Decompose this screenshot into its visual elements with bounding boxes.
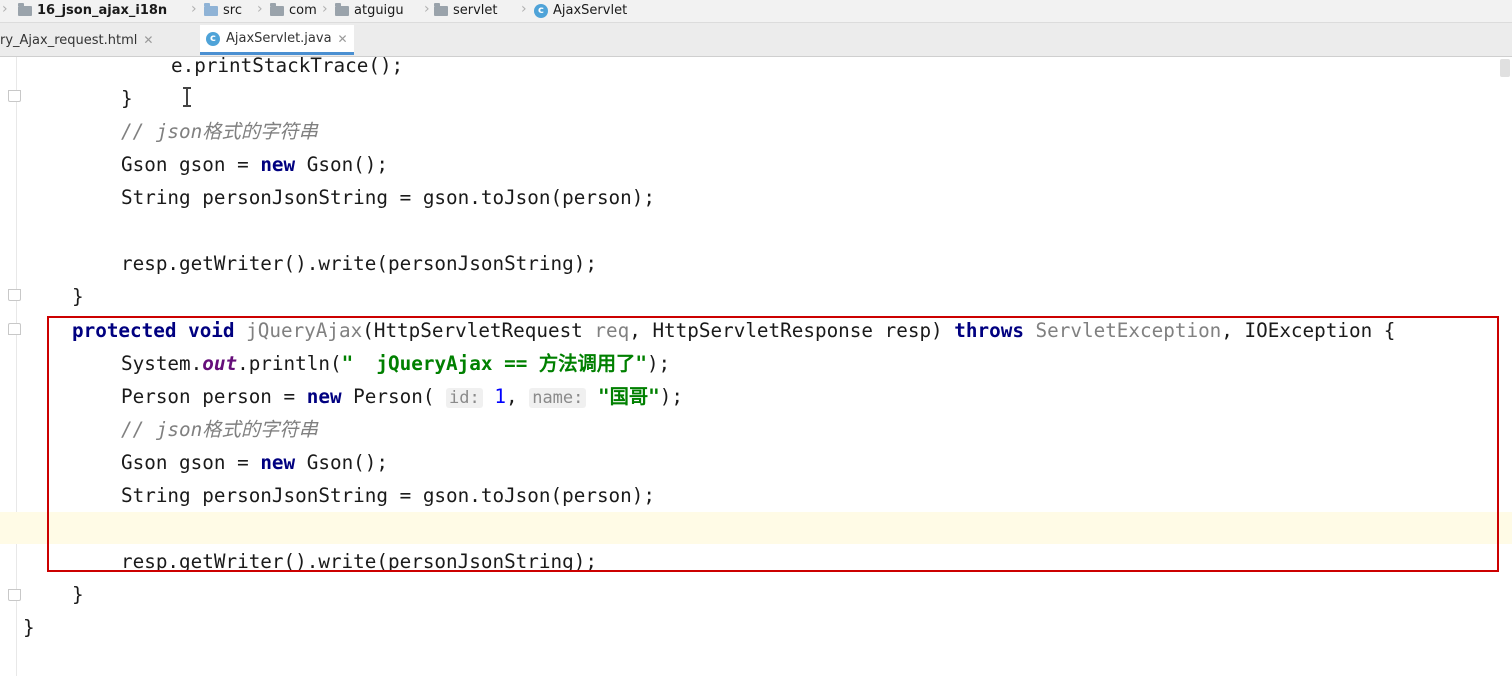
module-folder-icon	[18, 3, 32, 16]
breadcrumb-label: atguigu	[354, 3, 404, 18]
breadcrumb-label: src	[223, 3, 242, 18]
fold-end-icon[interactable]	[8, 289, 21, 301]
breadcrumb-item-servlet[interactable]: servlet	[434, 2, 498, 20]
code-line: }	[121, 87, 133, 110]
breadcrumb-separator: ›	[322, 1, 328, 17]
folder-icon	[434, 3, 448, 16]
fold-start-icon[interactable]	[8, 323, 21, 335]
breadcrumb: › 16_json_ajax_i18n › src › com › atguig…	[0, 0, 1512, 23]
close-icon[interactable]: ✕	[143, 33, 153, 47]
folder-icon	[335, 3, 349, 16]
folder-icon	[270, 3, 284, 16]
fold-end-icon[interactable]	[8, 589, 21, 601]
code-line: }	[72, 583, 84, 606]
text-cursor-icon	[183, 87, 191, 107]
code-editor[interactable]: e.printStackTrace(); } // json格式的字符串 Gso…	[0, 57, 1512, 676]
code-line: e.printStackTrace();	[171, 57, 404, 77]
breadcrumb-item-com[interactable]: com	[270, 2, 317, 20]
fold-end-icon[interactable]	[8, 90, 21, 102]
code-comment: // json格式的字符串	[121, 120, 318, 143]
tab-ajaxservlet-java[interactable]: c AjaxServlet.java ✕	[200, 25, 354, 55]
code-line: String personJsonString = gson.toJson(pe…	[121, 186, 655, 209]
folder-icon	[204, 3, 218, 16]
gutter-divider	[16, 57, 17, 676]
tab-label: AjaxServlet.java	[226, 31, 332, 46]
tab-jquery-ajax-request-html[interactable]: ry_Ajax_request.html ✕	[0, 25, 159, 55]
breadcrumb-item-src[interactable]: src	[204, 2, 242, 20]
editor-tab-bar: ry_Ajax_request.html ✕ c AjaxServlet.jav…	[0, 23, 1512, 57]
breadcrumb-item-module[interactable]: 16_json_ajax_i18n	[18, 2, 167, 20]
breadcrumb-label: 16_json_ajax_i18n	[37, 3, 168, 18]
code-line: resp.getWriter().write(personJsonString)…	[121, 252, 597, 275]
breadcrumb-separator: ›	[191, 1, 197, 17]
close-icon[interactable]: ✕	[338, 32, 348, 46]
code-line: }	[23, 616, 35, 639]
class-icon: c	[206, 31, 220, 46]
code-line: Gson gson = new Gson();	[121, 153, 389, 176]
breadcrumb-label: com	[289, 3, 317, 18]
breadcrumb-label: AjaxServlet	[553, 3, 628, 18]
breadcrumb-label: servlet	[453, 3, 498, 18]
tab-label: ry_Ajax_request.html	[0, 32, 138, 48]
class-icon: c	[534, 4, 548, 18]
breadcrumb-item-atguigu[interactable]: atguigu	[335, 2, 404, 20]
breadcrumb-separator: ›	[257, 1, 263, 17]
breadcrumb-separator: ›	[424, 1, 430, 17]
breadcrumb-item-ajaxservlet[interactable]: c AjaxServlet	[534, 2, 627, 20]
scrollbar-thumb[interactable]	[1500, 59, 1510, 77]
breadcrumb-separator: ›	[521, 1, 527, 17]
annotation-highlight-box	[47, 316, 1499, 572]
code-line: }	[72, 285, 84, 308]
breadcrumb-separator: ›	[2, 1, 8, 17]
